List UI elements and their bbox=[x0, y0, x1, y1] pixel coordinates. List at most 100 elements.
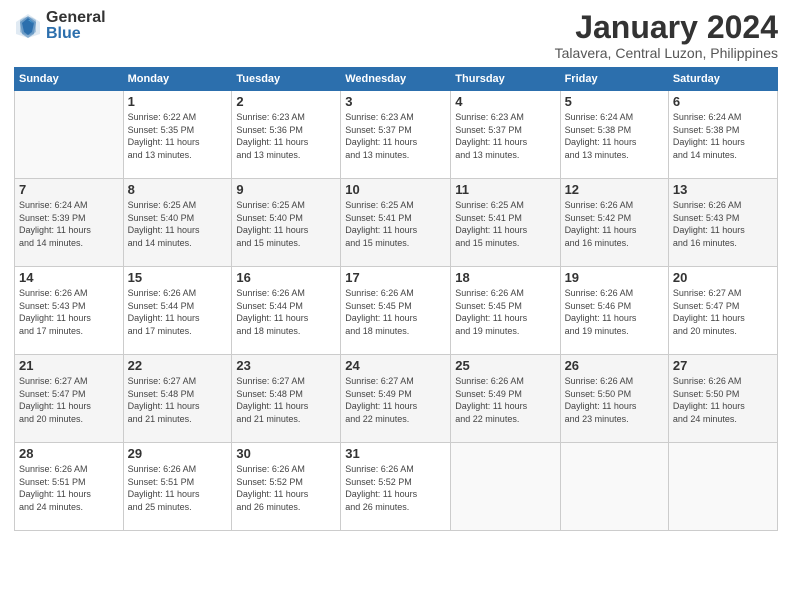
calendar-cell: 5Sunrise: 6:24 AMSunset: 5:38 PMDaylight… bbox=[560, 91, 668, 179]
day-info: Sunrise: 6:26 AMSunset: 5:52 PMDaylight:… bbox=[345, 463, 446, 513]
day-info: Sunrise: 6:26 AMSunset: 5:45 PMDaylight:… bbox=[345, 287, 446, 337]
calendar-cell: 17 Sunrise: 6:26 AMSunset: 5:45 PMDayligh… bbox=[341, 267, 451, 355]
calendar-cell: 4 Sunrise: 6:23 AMSunset: 5:37 PMDaylight… bbox=[451, 91, 560, 179]
day-number: 8 bbox=[128, 182, 228, 197]
day-number: 24 bbox=[345, 358, 446, 373]
day-number: 4 bbox=[455, 94, 555, 109]
day-number: 29 bbox=[128, 446, 228, 461]
day-info: Sunrise: 6:26 AMSunset: 5:50 PMDaylight:… bbox=[565, 375, 664, 425]
day-info: Sunrise: 6:23 AMSunset: 5:37 PMDaylight:… bbox=[455, 111, 555, 161]
calendar-cell bbox=[15, 91, 124, 179]
day-info: Sunrise: 6:27 AMSunset: 5:48 PMDaylight:… bbox=[236, 375, 336, 425]
day-info: Sunrise: 6:26 AMSunset: 5:43 PMDaylight:… bbox=[19, 287, 119, 337]
day-number: 2 bbox=[236, 94, 336, 109]
weekday-row: SundayMondayTuesdayWednesdayThursdayFrid… bbox=[15, 68, 778, 91]
calendar-cell: 19 Sunrise: 6:26 AMSunset: 5:46 PMDayligh… bbox=[560, 267, 668, 355]
calendar-body: 1 Sunrise: 6:22 AMSunset: 5:35 PMDaylight… bbox=[15, 91, 778, 531]
main-title: January 2024 bbox=[555, 10, 778, 45]
day-number: 25 bbox=[455, 358, 555, 373]
day-number: 7 bbox=[19, 182, 119, 197]
calendar-cell: 18 Sunrise: 6:26 AMSunset: 5:45 PMDayligh… bbox=[451, 267, 560, 355]
calendar-week-row: 28Sunrise: 6:26 AMSunset: 5:51 PMDayligh… bbox=[15, 443, 778, 531]
calendar-cell: 23 Sunrise: 6:27 AMSunset: 5:48 PMDayligh… bbox=[232, 355, 341, 443]
day-number: 9 bbox=[236, 182, 336, 197]
calendar-cell: 6Sunrise: 6:24 AMSunset: 5:38 PMDaylight… bbox=[668, 91, 777, 179]
day-info: Sunrise: 6:27 AMSunset: 5:49 PMDaylight:… bbox=[345, 375, 446, 425]
calendar-week-row: 14 Sunrise: 6:26 AMSunset: 5:43 PMDayligh… bbox=[15, 267, 778, 355]
weekday-header: Monday bbox=[123, 68, 232, 91]
calendar-header: SundayMondayTuesdayWednesdayThursdayFrid… bbox=[15, 68, 778, 91]
calendar-cell: 30 Sunrise: 6:26 AMSunset: 5:52 PMDayligh… bbox=[232, 443, 341, 531]
calendar-cell: 15 Sunrise: 6:26 AMSunset: 5:44 PMDayligh… bbox=[123, 267, 232, 355]
weekday-header: Friday bbox=[560, 68, 668, 91]
calendar-cell: 2 Sunrise: 6:23 AMSunset: 5:36 PMDaylight… bbox=[232, 91, 341, 179]
calendar-cell: 27 Sunrise: 6:26 AMSunset: 5:50 PMDayligh… bbox=[668, 355, 777, 443]
title-area: January 2024 Talavera, Central Luzon, Ph… bbox=[555, 10, 778, 61]
day-info: Sunrise: 6:26 AMSunset: 5:52 PMDaylight:… bbox=[236, 463, 336, 513]
day-info: Sunrise: 6:26 AMSunset: 5:46 PMDaylight:… bbox=[565, 287, 664, 337]
calendar-cell: 20Sunrise: 6:27 AMSunset: 5:47 PMDayligh… bbox=[668, 267, 777, 355]
calendar-cell: 26 Sunrise: 6:26 AMSunset: 5:50 PMDayligh… bbox=[560, 355, 668, 443]
day-info: Sunrise: 6:26 AMSunset: 5:45 PMDaylight:… bbox=[455, 287, 555, 337]
day-number: 27 bbox=[673, 358, 773, 373]
calendar-cell: 11Sunrise: 6:25 AMSunset: 5:41 PMDayligh… bbox=[451, 179, 560, 267]
calendar-cell: 25 Sunrise: 6:26 AMSunset: 5:49 PMDayligh… bbox=[451, 355, 560, 443]
calendar-cell: 14 Sunrise: 6:26 AMSunset: 5:43 PMDayligh… bbox=[15, 267, 124, 355]
day-number: 30 bbox=[236, 446, 336, 461]
day-info: Sunrise: 6:26 AMSunset: 5:49 PMDaylight:… bbox=[455, 375, 555, 425]
header: General Blue January 2024 Talavera, Cent… bbox=[14, 10, 778, 61]
day-number: 17 bbox=[345, 270, 446, 285]
weekday-header: Sunday bbox=[15, 68, 124, 91]
calendar-cell: 10Sunrise: 6:25 AMSunset: 5:41 PMDayligh… bbox=[341, 179, 451, 267]
day-info: Sunrise: 6:22 AMSunset: 5:35 PMDaylight:… bbox=[128, 111, 228, 161]
day-number: 20 bbox=[673, 270, 773, 285]
calendar-cell: 12Sunrise: 6:26 AMSunset: 5:42 PMDayligh… bbox=[560, 179, 668, 267]
day-number: 14 bbox=[19, 270, 119, 285]
calendar-week-row: 1 Sunrise: 6:22 AMSunset: 5:35 PMDaylight… bbox=[15, 91, 778, 179]
page: General Blue January 2024 Talavera, Cent… bbox=[0, 0, 792, 612]
day-number: 5 bbox=[565, 94, 664, 109]
day-info: Sunrise: 6:26 AMSunset: 5:44 PMDaylight:… bbox=[128, 287, 228, 337]
calendar-cell: 21Sunrise: 6:27 AMSunset: 5:47 PMDayligh… bbox=[15, 355, 124, 443]
day-info: Sunrise: 6:26 AMSunset: 5:50 PMDaylight:… bbox=[673, 375, 773, 425]
day-info: Sunrise: 6:26 AMSunset: 5:51 PMDaylight:… bbox=[19, 463, 119, 513]
day-info: Sunrise: 6:24 AMSunset: 5:38 PMDaylight:… bbox=[673, 111, 773, 161]
calendar-cell: 8 Sunrise: 6:25 AMSunset: 5:40 PMDaylight… bbox=[123, 179, 232, 267]
calendar-cell: 24 Sunrise: 6:27 AMSunset: 5:49 PMDayligh… bbox=[341, 355, 451, 443]
calendar-cell: 9Sunrise: 6:25 AMSunset: 5:40 PMDaylight… bbox=[232, 179, 341, 267]
logo-blue-text: Blue bbox=[46, 26, 106, 42]
weekday-header: Tuesday bbox=[232, 68, 341, 91]
calendar-cell: 31 Sunrise: 6:26 AMSunset: 5:52 PMDayligh… bbox=[341, 443, 451, 531]
day-info: Sunrise: 6:27 AMSunset: 5:48 PMDaylight:… bbox=[128, 375, 228, 425]
calendar-cell: 16Sunrise: 6:26 AMSunset: 5:44 PMDayligh… bbox=[232, 267, 341, 355]
day-number: 18 bbox=[455, 270, 555, 285]
subtitle: Talavera, Central Luzon, Philippines bbox=[555, 45, 778, 61]
day-info: Sunrise: 6:26 AMSunset: 5:42 PMDaylight:… bbox=[565, 199, 664, 249]
day-info: Sunrise: 6:24 AMSunset: 5:39 PMDaylight:… bbox=[19, 199, 119, 249]
day-number: 13 bbox=[673, 182, 773, 197]
day-info: Sunrise: 6:25 AMSunset: 5:40 PMDaylight:… bbox=[128, 199, 228, 249]
day-number: 1 bbox=[128, 94, 228, 109]
logo-icon bbox=[14, 12, 42, 40]
weekday-header: Thursday bbox=[451, 68, 560, 91]
day-info: Sunrise: 6:25 AMSunset: 5:41 PMDaylight:… bbox=[345, 199, 446, 249]
day-number: 23 bbox=[236, 358, 336, 373]
calendar-cell: 3Sunrise: 6:23 AMSunset: 5:37 PMDaylight… bbox=[341, 91, 451, 179]
day-number: 16 bbox=[236, 270, 336, 285]
calendar-cell: 22 Sunrise: 6:27 AMSunset: 5:48 PMDayligh… bbox=[123, 355, 232, 443]
day-number: 26 bbox=[565, 358, 664, 373]
day-info: Sunrise: 6:25 AMSunset: 5:41 PMDaylight:… bbox=[455, 199, 555, 249]
day-info: Sunrise: 6:23 AMSunset: 5:37 PMDaylight:… bbox=[345, 111, 446, 161]
calendar-week-row: 7 Sunrise: 6:24 AMSunset: 5:39 PMDaylight… bbox=[15, 179, 778, 267]
calendar-cell: 13Sunrise: 6:26 AMSunset: 5:43 PMDayligh… bbox=[668, 179, 777, 267]
day-info: Sunrise: 6:23 AMSunset: 5:36 PMDaylight:… bbox=[236, 111, 336, 161]
day-number: 31 bbox=[345, 446, 446, 461]
day-number: 21 bbox=[19, 358, 119, 373]
day-number: 22 bbox=[128, 358, 228, 373]
day-info: Sunrise: 6:26 AMSunset: 5:51 PMDaylight:… bbox=[128, 463, 228, 513]
calendar-cell: 7 Sunrise: 6:24 AMSunset: 5:39 PMDaylight… bbox=[15, 179, 124, 267]
day-number: 19 bbox=[565, 270, 664, 285]
calendar-cell bbox=[560, 443, 668, 531]
day-number: 15 bbox=[128, 270, 228, 285]
calendar-cell: 1 Sunrise: 6:22 AMSunset: 5:35 PMDaylight… bbox=[123, 91, 232, 179]
